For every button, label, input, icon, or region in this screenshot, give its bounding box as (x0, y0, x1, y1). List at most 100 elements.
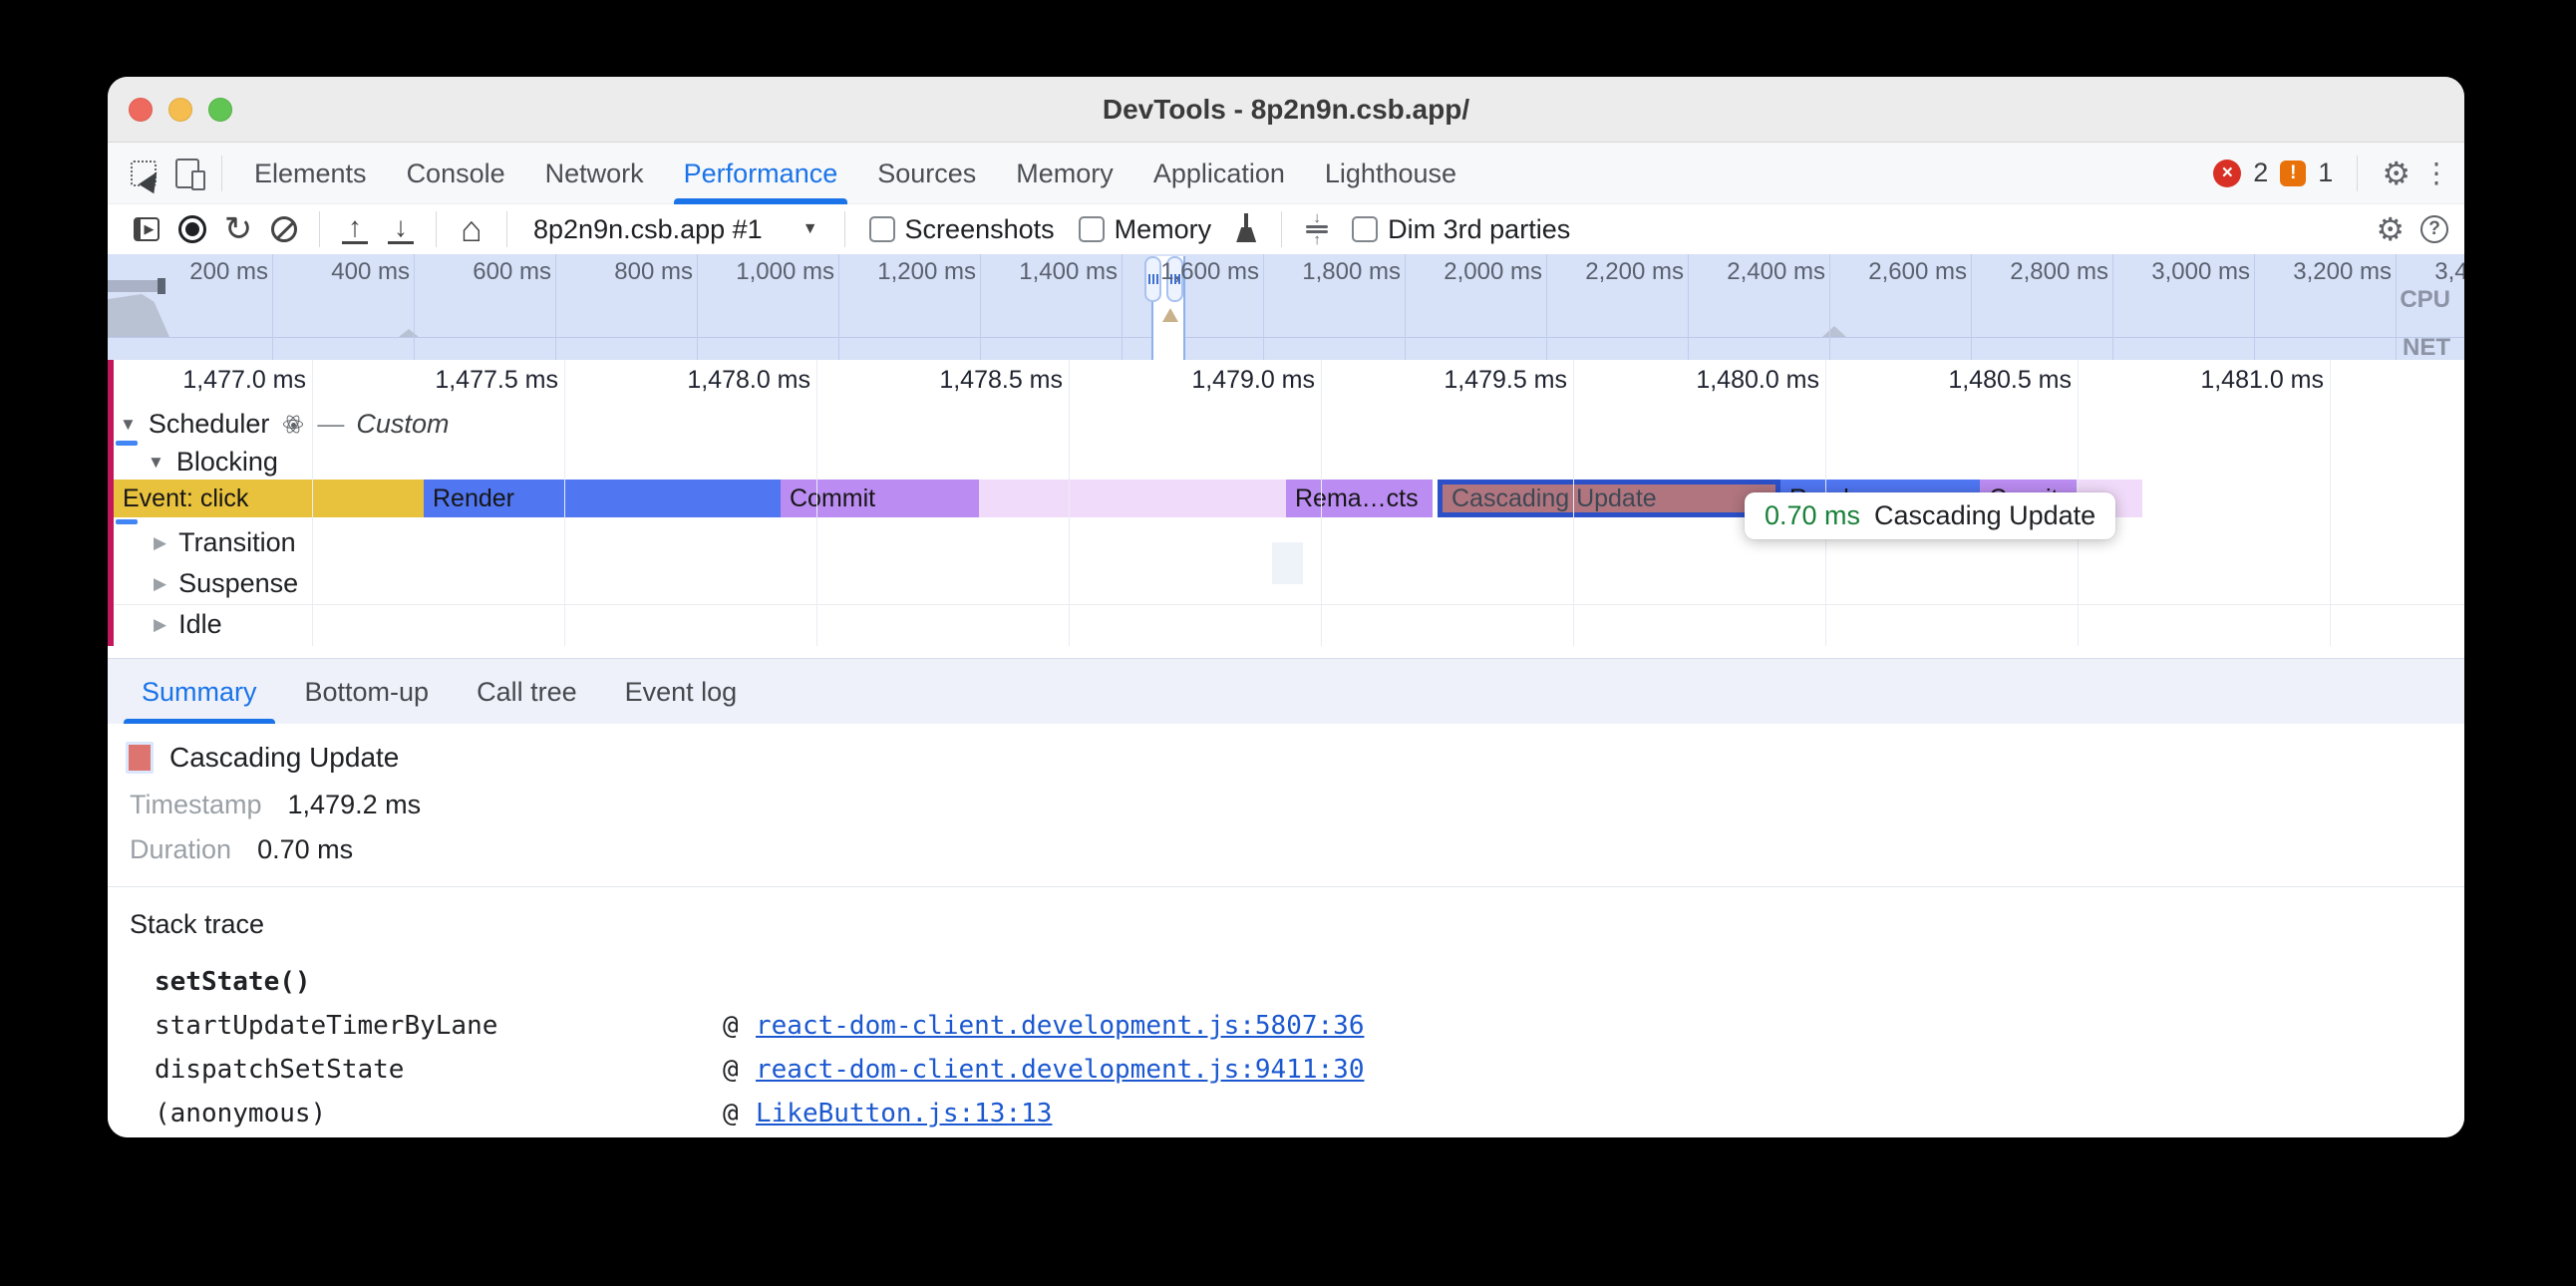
ruler-gridline (816, 360, 817, 646)
tab-performance[interactable]: Performance (664, 143, 858, 204)
track-header[interactable]: ▼ Scheduler — Custom (120, 409, 449, 440)
screenshots-checkbox-row[interactable]: Screenshots (857, 214, 1067, 245)
memory-checkbox[interactable] (1079, 216, 1105, 242)
ruler-tick-label: 1,480.0 ms (1650, 366, 1819, 395)
group-row-transition[interactable]: ▶ Transition (154, 527, 296, 558)
details-tab-bottom-up[interactable]: Bottom-up (281, 659, 454, 725)
toggle-device-toolbar-button[interactable] (165, 152, 209, 195)
flame-bar[interactable] (979, 480, 1286, 517)
ruler-tick-label: 1,479.0 ms (1145, 366, 1315, 395)
group-row-blocking[interactable]: ▼ Blocking (148, 447, 278, 478)
ruler-tick-label: 1,481.0 ms (2154, 366, 2324, 395)
inspect-icon (131, 161, 157, 186)
overview-gridline (1263, 254, 1264, 360)
stack-frame-source-link[interactable]: react-dom-client.development.js:9411:30 (756, 1055, 1364, 1085)
chevron-down-icon: ▼ (803, 220, 818, 238)
memory-checkbox-row[interactable]: Memory (1067, 214, 1224, 245)
help-icon[interactable]: ? (2420, 215, 2448, 243)
dim-3rd-parties-checkbox[interactable] (1352, 216, 1378, 242)
save-profile-button[interactable]: ↓ (378, 207, 424, 251)
divider (319, 211, 320, 247)
screenshots-checkbox[interactable] (869, 216, 895, 242)
divider (844, 211, 845, 247)
toggle-sidebar-button[interactable]: ▶ (124, 207, 169, 251)
collect-garbage-button[interactable] (1223, 207, 1269, 251)
overview-gridline (414, 254, 415, 360)
tab-sources[interactable]: Sources (857, 143, 996, 204)
tab-elements[interactable]: Elements (234, 143, 387, 204)
legend-swatch-halo (126, 742, 154, 774)
expand-triangle-icon[interactable]: ▶ (154, 615, 166, 635)
overview-gridline (697, 254, 698, 360)
field-value: 1,479.2 ms (288, 790, 422, 820)
memory-label: Memory (1115, 214, 1212, 245)
duration-row: Duration 0.70 ms (130, 834, 353, 865)
ruler-tick-label: 1,478.0 ms (641, 366, 810, 395)
details-tab-summary[interactable]: Summary (118, 659, 281, 725)
expand-triangle-icon[interactable]: ▶ (154, 533, 166, 553)
selection-legend: Cascading Update (126, 742, 399, 774)
details-tab-event-log[interactable]: Event log (601, 659, 762, 725)
record-and-reload-button[interactable]: ↻ (215, 207, 261, 251)
shortcut-dialog-button[interactable]: ↓↑ (1294, 207, 1340, 251)
track-indicator-dash (116, 519, 138, 524)
divider (2357, 156, 2358, 191)
load-profile-button[interactable]: ↑ (332, 207, 378, 251)
error-count[interactable]: 2 (2253, 158, 2268, 188)
field-label: Timestamp (130, 790, 262, 820)
field-label: Duration (130, 834, 231, 865)
overview-tick-label: 1,000 ms (705, 258, 834, 286)
expand-triangle-icon[interactable]: ▶ (154, 574, 166, 594)
tab-memory[interactable]: Memory (996, 143, 1133, 204)
overview-tick-label: 1,200 ms (846, 258, 976, 286)
stack-trace-title: Stack trace (130, 909, 264, 940)
live-metrics-button[interactable]: ⌂ (449, 207, 494, 251)
error-badge-icon[interactable]: × (2213, 160, 2241, 187)
record-button[interactable] (169, 207, 215, 251)
overview-gridline (555, 254, 556, 360)
device-toolbar-icon (175, 159, 199, 188)
dim-3rd-parties-checkbox-row[interactable]: Dim 3rd parties (1340, 214, 1582, 245)
group-row-suspense[interactable]: ▶ Suspense (154, 568, 298, 599)
stack-frame-at: @ (723, 1055, 739, 1085)
overview-tick-label: 3,400 ms (2404, 258, 2464, 286)
cpu-lane-label: CPU (2400, 286, 2450, 314)
flame-bar-selected[interactable]: Cascading Update (1438, 480, 1780, 517)
group-row-idle[interactable]: ▶ Idle (154, 609, 222, 640)
collapse-triangle-icon[interactable]: ▼ (148, 453, 164, 473)
overview-gridline (1122, 254, 1123, 360)
flame-bar[interactable]: Rema…cts (1286, 480, 1433, 517)
stack-frame-source-link[interactable]: react-dom-client.development.js:5807:36 (756, 1011, 1364, 1041)
kebab-menu-icon[interactable]: ⋮ (2422, 160, 2450, 187)
capture-settings-gear-icon[interactable]: ⚙ (2376, 213, 2405, 245)
tab-console[interactable]: Console (387, 143, 525, 204)
tab-application[interactable]: Application (1133, 143, 1305, 204)
overview-tick-label: 200 ms (139, 258, 268, 286)
target-selector-dropdown[interactable]: 8p2n9n.csb.app #1 ▼ (519, 214, 832, 245)
overview-gridline (1546, 254, 1547, 360)
overview-gridline (2112, 254, 2113, 360)
tab-lighthouse[interactable]: Lighthouse (1305, 143, 1476, 204)
settings-gear-icon[interactable]: ⚙ (2382, 158, 2411, 189)
tab-network[interactable]: Network (525, 143, 664, 204)
tabbar-right-controls: × 2 ! 1 ⚙ ⋮ (2213, 156, 2450, 191)
inspect-element-button[interactable] (122, 152, 165, 195)
overview-gridline (980, 254, 981, 360)
flame-bar[interactable]: Event: click (114, 480, 424, 517)
collapse-triangle-icon[interactable]: ▼ (120, 415, 137, 435)
performance-toolbar: ▶ ↻ ↑ ↓ ⌂ 8p2n9n.csb.ap (108, 204, 2464, 254)
details-tab-call-tree[interactable]: Call tree (453, 659, 601, 725)
stack-frame-source-link[interactable]: LikeButton.js:13:13 (756, 1099, 1052, 1128)
home-icon: ⌂ (461, 211, 483, 247)
clear-button[interactable] (261, 207, 307, 251)
warning-count[interactable]: 1 (2318, 158, 2333, 188)
timeline-overview[interactable]: CPU NET 200 ms400 ms600 ms800 ms1,000 ms… (108, 254, 2464, 360)
stack-trace-list: setState()startUpdateTimerByLane@react-d… (108, 967, 2464, 1137)
flame-bar[interactable]: Commit (781, 480, 979, 517)
flame-chart[interactable]: ▼ Scheduler — Custom ▼ Blocking Event: c… (108, 401, 2464, 646)
flame-bar[interactable]: Render (424, 480, 781, 517)
target-selector-value: 8p2n9n.csb.app #1 (533, 214, 763, 245)
overview-gridline (1688, 254, 1689, 360)
warning-badge-icon[interactable]: ! (2280, 161, 2306, 186)
stack-frame-function: setState() (155, 967, 311, 997)
